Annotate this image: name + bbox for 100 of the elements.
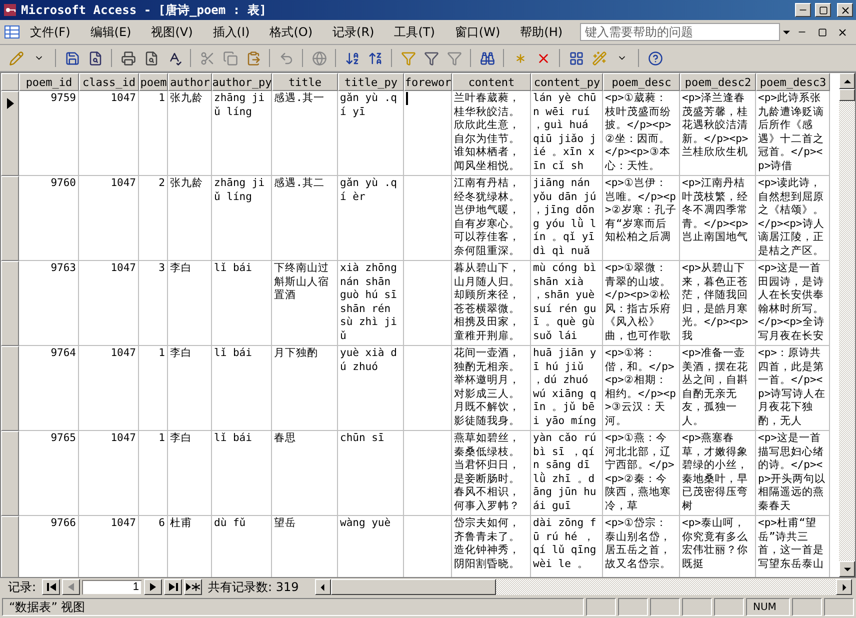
table-cell: 9763 (19, 261, 79, 346)
table-cell: 张九龄 (168, 176, 212, 261)
table-cell: 燕草如碧丝，秦桑低绿枝。当君怀归日，是妾断肠时。春风不相识，何事入罗帏？ (452, 431, 531, 516)
table-cell: <p>这是一首描写思妇心绪的诗。</p><p>开头两句以相隔遥远的燕秦春天 (756, 431, 830, 516)
scroll-thumb[interactable] (839, 89, 855, 101)
table-cell: 李白 (168, 431, 212, 516)
menu-item[interactable]: 格式(O) (260, 24, 323, 40)
scroll-up-button[interactable] (839, 73, 855, 89)
status-pane (824, 598, 854, 616)
table-cell: gǎn yù .qí èr (338, 176, 404, 261)
table-cell: <p>燕塞春草，才嫩得象碧绿的小丝，秦地桑叶，早已茂密得压弯树 (680, 431, 756, 516)
right-arrow-icon (840, 584, 848, 590)
column-header[interactable]: poem (139, 73, 168, 91)
previous-icon (68, 583, 74, 591)
column-header[interactable]: poem_desc3 (756, 73, 830, 91)
table-cell: 3 (139, 261, 168, 346)
menu-item[interactable]: 插入(I) (202, 24, 260, 40)
table-cell: 张九龄 (168, 91, 212, 176)
last-icon (168, 583, 178, 591)
minimize-button[interactable] (795, 3, 811, 17)
table-cell: 1047 (79, 261, 139, 346)
table-cell: lán yè chūn wēi ruí ，guì huá qiū jiǎo jié 。xīn xīn cǐ sh (531, 91, 603, 176)
table-cell: 江南有丹桔，经冬犹绿林。岂伊地气暖，自有岁寒心。可以荐佳客，奈何阻重深。 (452, 176, 531, 261)
table-cell: <p>：原诗共四首，此是第一首。</p><p>诗写诗人在月夜花下独酌，无人 (756, 346, 830, 431)
table-cell: mù cóng bì shān xià ，shān yuè suí rén guī 。què gù suǒ lái (531, 261, 603, 346)
table-cell: 1047 (79, 176, 139, 261)
status-text: “数据表” 视图 (2, 598, 584, 616)
last-record-button[interactable] (164, 579, 182, 595)
column-header[interactable]: author_py (212, 73, 272, 91)
table-cell: <p>①葳蕤：枝叶茂盛而纷披。</p><p>②坐：因而。</p><p>③本心：天性。 (603, 91, 680, 176)
text-cursor-icon (406, 92, 408, 105)
column-header[interactable]: poem_id (19, 73, 79, 91)
menu-item[interactable]: 记录(R) (322, 24, 384, 40)
horizontal-scrollbar[interactable] (314, 579, 852, 595)
table-cell: yàn cǎo rú bì sī ，qín sāng dī lǜ zhī 。dāng jūn huái guī (531, 431, 603, 516)
vertical-scrollbar[interactable] (839, 73, 855, 577)
table-cell: 1047 (79, 431, 139, 516)
table-cell: zhāng jiǔ líng (212, 91, 272, 176)
column-header[interactable]: poem_desc (603, 73, 680, 91)
record-label: 记录: (8, 578, 36, 596)
column-header[interactable]: title_py (338, 73, 404, 91)
menu-item[interactable]: 工具(T) (384, 24, 445, 40)
next-record-button[interactable] (144, 579, 162, 595)
status-pane (650, 598, 680, 616)
status-pane (792, 598, 822, 616)
table-cell: <p>①燕：今河北北部，辽宁西部。</p><p>②秦：今陕西，燕地寒冷，草 (603, 431, 680, 516)
new-record-button[interactable] (184, 579, 202, 595)
menu-item[interactable]: 编辑(E) (80, 24, 142, 40)
up-arrow-icon (844, 78, 850, 84)
table-cell: dù fǔ (212, 516, 272, 577)
status-pane (618, 598, 648, 616)
table-cell: 9764 (19, 346, 79, 431)
scroll-down-button[interactable] (839, 561, 855, 577)
menu-item[interactable]: 视图(V) (141, 24, 203, 40)
table-cell: 李白 (168, 261, 212, 346)
select-all-corner[interactable] (1, 73, 19, 91)
record-count: 共有记录数: 319 (208, 578, 299, 596)
help-question-field[interactable]: 键入需要帮助的问题 (580, 23, 780, 41)
first-icon (46, 583, 56, 591)
next-icon (150, 583, 156, 591)
close-button[interactable] (837, 3, 853, 17)
table-cell: 9759 (19, 91, 79, 176)
column-header[interactable]: author (168, 73, 212, 91)
table-cell: 兰叶春葳蕤，桂华秋皎洁。欣欣此生意，自尔为佳节。谁知林栖者，闻风坐相悦。 (452, 91, 531, 176)
menu-item[interactable]: 帮助(H) (510, 24, 573, 40)
maximize-button[interactable] (815, 3, 831, 17)
table-cell: xià zhōng nán shān guò hú sī shān rén sù zhì jiǔ (338, 261, 404, 346)
table-cell: <p>准备一壶美酒，摆在花丛之间，自斟自酌无亲无友，孤独一人。 (680, 346, 756, 431)
scroll-left-button[interactable] (314, 579, 331, 595)
column-header[interactable]: class_id (79, 73, 139, 91)
table-cell: 花间一壶酒，独酌无相亲。举杯邀明月，对影成三人。月既不解饮，影徒随我身。 (452, 346, 531, 431)
menu-item[interactable]: 文件(F) (20, 24, 80, 40)
num-lock-indicator: NUM (746, 598, 790, 616)
table-cell: lǐ bái (212, 346, 272, 431)
table-cell: 1 (139, 431, 168, 516)
table-cell: lǐ bái (212, 261, 272, 346)
column-header[interactable]: title (272, 73, 338, 91)
table-cell: 感遇.其二 (272, 176, 338, 261)
table-cell: <p>泽兰逢春茂盛芳馨，桂花遇秋皎洁清新。</p><p> 兰桂欣欣生机 (680, 91, 756, 176)
scroll-right-button[interactable] (836, 579, 852, 595)
first-record-button[interactable] (42, 579, 60, 595)
table-cell: 春思 (272, 431, 338, 516)
datasheet-icon (4, 25, 20, 39)
status-pane (714, 598, 744, 616)
status-pane (586, 598, 616, 616)
previous-record-button[interactable] (62, 579, 80, 595)
row-selector[interactable] (1, 91, 19, 176)
column-header[interactable]: poem_desc2 (680, 73, 756, 91)
key-icon (3, 3, 17, 17)
column-header[interactable]: forewor (404, 73, 452, 91)
table-cell: lǐ bái (212, 431, 272, 516)
table-cell: <p>江南丹桔叶茂枝繁，经冬不凋四季常青。</p><p> 岂止南国地气 (680, 176, 756, 261)
column-header[interactable]: content (452, 73, 531, 91)
table-cell: <p>①将：偕，和。</p><p>②相期：相约。</p><p>③云汉：天河。 (603, 346, 680, 431)
record-number-field[interactable]: 1 (82, 580, 142, 594)
menu-item[interactable]: 窗口(W) (444, 24, 510, 40)
column-header[interactable]: content_py (531, 73, 603, 91)
scroll-thumb[interactable] (330, 579, 496, 595)
table-cell: 1047 (79, 91, 139, 176)
table-cell: 1 (139, 91, 168, 176)
